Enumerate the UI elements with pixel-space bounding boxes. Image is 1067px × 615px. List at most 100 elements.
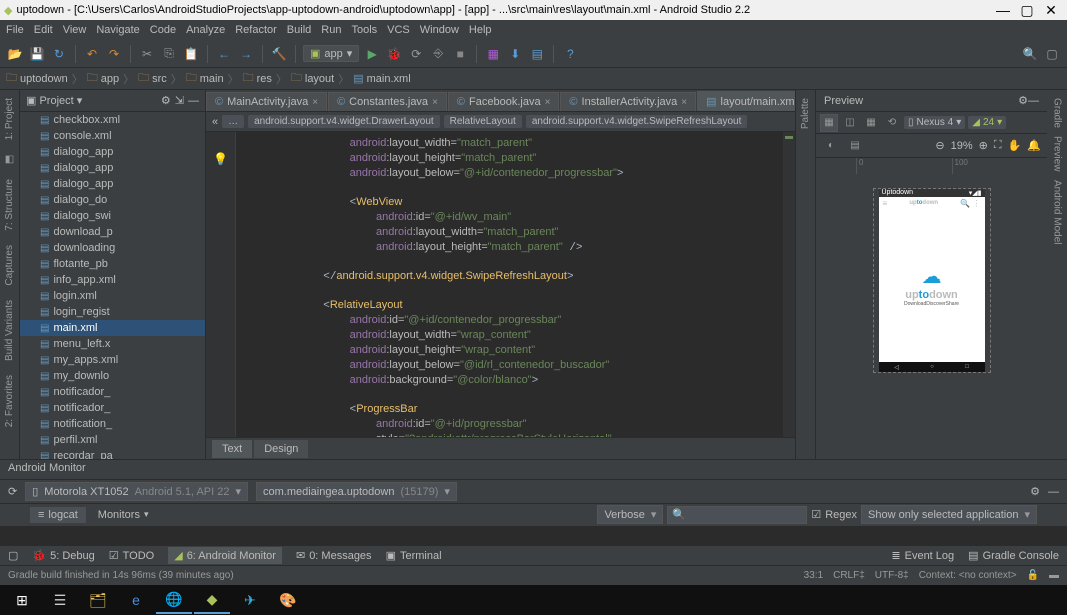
breadcrumb-item[interactable]: 🗀app [87, 69, 119, 88]
android-monitor-tab[interactable]: ◢ 6: Android Monitor [168, 547, 282, 564]
run-config-selector[interactable]: ▣app▾ [303, 45, 359, 62]
redo-icon[interactable]: ↷ [105, 45, 123, 63]
design-subtab[interactable]: Design [254, 440, 308, 458]
regex-checkbox[interactable]: ☑Regex [811, 508, 857, 521]
breadcrumb-item[interactable]: 🗀main [186, 69, 224, 88]
menu-analyze[interactable]: Analyze [186, 24, 225, 36]
theme-icon[interactable]: ◐ [822, 137, 840, 155]
tree-file[interactable]: ▤dialogo_do [20, 192, 205, 208]
forward-icon[interactable]: → [237, 45, 255, 63]
menu-navigate[interactable]: Navigate [96, 24, 139, 36]
pan-icon[interactable]: ✋ [1008, 139, 1022, 152]
breadcrumb-item[interactable]: 🗀src [138, 69, 167, 88]
tree-file[interactable]: ▤login.xml [20, 288, 205, 304]
androidmodel-tool-tab[interactable]: Android Model [1050, 176, 1065, 248]
tree-file[interactable]: ▤main.xml [20, 320, 205, 336]
hide-icon[interactable]: — [188, 95, 199, 107]
orientation-icon[interactable]: ⟲ [883, 114, 901, 132]
avd-icon[interactable]: ▦ [484, 45, 502, 63]
tree-collapse-icon[interactable]: ⇲ [175, 94, 184, 107]
close-tab-icon[interactable]: × [432, 97, 438, 108]
chrome-icon[interactable]: 🌐 [156, 586, 192, 614]
menu-vcs[interactable]: VCS [387, 24, 410, 36]
log-search-input[interactable]: 🔍 [667, 506, 807, 524]
stop-icon[interactable]: ■ [451, 45, 469, 63]
tree-file[interactable]: ▤notificador_ [20, 384, 205, 400]
debug-icon[interactable]: 🐞 [385, 45, 403, 63]
view-grid-icon[interactable]: ▦ [862, 114, 880, 132]
debug-tab[interactable]: 🐞 5: Debug [32, 549, 94, 562]
close-tab-icon[interactable]: × [312, 97, 318, 108]
account-icon[interactable]: ▢ [1043, 45, 1061, 63]
minimize-button[interactable]: — [991, 2, 1015, 18]
close-button[interactable]: ✕ [1039, 2, 1063, 19]
build-icon[interactable]: 🔨 [270, 45, 288, 63]
tree-file[interactable]: ▤downloading [20, 240, 205, 256]
maximize-button[interactable]: ▢ [1015, 2, 1039, 19]
cut-icon[interactable]: ✂ [138, 45, 156, 63]
process-combo[interactable]: com.mediaingea.uptodown(15179)▾ [256, 482, 457, 501]
filter-combo[interactable]: Show only selected application▾ [861, 505, 1037, 524]
structure-tool-icon[interactable]: ◧ [3, 150, 16, 169]
preview-canvas[interactable]: 0100 Uptodown▾◢▮ ≡ uptodown 🔍 ⋮ ☁ uptodo… [816, 158, 1047, 459]
tree-file[interactable]: ▤my_downlo [20, 368, 205, 384]
copy-icon[interactable]: ⎘ [160, 45, 178, 63]
help-icon[interactable]: ? [561, 45, 579, 63]
monitor-restart-icon[interactable]: ⟳ [8, 485, 17, 498]
editor-tab[interactable]: ©InstallerActivity.java× [560, 92, 696, 111]
tree-file[interactable]: ▤menu_left.x [20, 336, 205, 352]
tree-file[interactable]: ▤dialogo_swi [20, 208, 205, 224]
tree-file[interactable]: ▤login_regist [20, 304, 205, 320]
menu-file[interactable]: File [6, 24, 24, 36]
buildvariants-tool-tab[interactable]: Build Variants [2, 296, 17, 365]
monitor-settings-icon[interactable]: ⚙ [1030, 485, 1040, 498]
captures-tool-tab[interactable]: Captures [2, 241, 17, 290]
xml-breadcrumb-item[interactable]: … [222, 115, 244, 128]
monitors-tab[interactable]: Monitors▾ [90, 507, 157, 523]
encoding[interactable]: UTF-8‡ [875, 570, 909, 581]
line-ending[interactable]: CRLF‡ [833, 570, 865, 581]
save-icon[interactable]: 💾 [28, 45, 46, 63]
xml-breadcrumb-item[interactable]: RelativeLayout [444, 115, 522, 128]
tree-file[interactable]: ▤recordar_pa [20, 448, 205, 459]
androidstudio-icon[interactable]: ◆ [194, 586, 230, 614]
gradleconsole-tab[interactable]: ▤ Gradle Console [968, 549, 1059, 562]
project-tool-tab[interactable]: 1: Project [2, 94, 17, 144]
tree-file[interactable]: ▤notification_ [20, 416, 205, 432]
menu-code[interactable]: Code [150, 24, 176, 36]
device-selector[interactable]: ▯ Nexus 4 ▾ [904, 116, 965, 129]
file-tree[interactable]: ▤checkbox.xml▤console.xml▤dialogo_app▤di… [20, 112, 205, 459]
intention-bulb-icon[interactable]: 💡 [213, 152, 228, 166]
view-single-icon[interactable]: ▦ [820, 114, 838, 132]
breadcrumb-item[interactable]: 🗀uptodown [6, 69, 68, 88]
sync-icon[interactable]: ↻ [50, 45, 68, 63]
text-subtab[interactable]: Text [212, 440, 252, 458]
back-icon[interactable]: ← [215, 45, 233, 63]
favorites-tool-tab[interactable]: 2: Favorites [2, 371, 17, 431]
terminal-tab[interactable]: ▣ Terminal [386, 549, 442, 562]
api-selector[interactable]: ◢ 24 ▾ [968, 116, 1006, 129]
zoom-in-icon[interactable]: ⊕ [979, 139, 988, 152]
palette-tab[interactable]: Palette [798, 94, 813, 133]
device-combo[interactable]: ▯Motorola XT1052Android 5.1, API 22▾ [25, 482, 248, 501]
tree-file[interactable]: ▤checkbox.xml [20, 112, 205, 128]
menu-tools[interactable]: Tools [351, 24, 377, 36]
paste-icon[interactable]: 📋 [182, 45, 200, 63]
messages-tab[interactable]: ✉ 0: Messages [296, 549, 372, 562]
code-area[interactable]: 💡 android:layout_width="match_parent" an… [206, 132, 795, 437]
error-stripe[interactable] [783, 132, 795, 437]
tree-settings-icon[interactable]: ⚙ [161, 94, 171, 107]
editor-tab[interactable]: ©Facebook.java× [448, 92, 560, 111]
preview-tool-tab[interactable]: Preview [1050, 132, 1065, 176]
eventlog-tab[interactable]: ≣ Event Log [891, 549, 954, 562]
menu-view[interactable]: View [63, 24, 87, 36]
structure-tool-tab[interactable]: 7: Structure [2, 175, 17, 235]
tree-file[interactable]: ▤info_app.xml [20, 272, 205, 288]
edge-icon[interactable]: e [118, 586, 154, 614]
project-selector[interactable]: ▣ Project ▾ [26, 94, 82, 107]
gradle-tool-tab[interactable]: Gradle [1050, 94, 1065, 132]
tree-file[interactable]: ▤notificador_ [20, 400, 205, 416]
editor-tab[interactable]: ©Constantes.java× [328, 92, 447, 111]
paint-icon[interactable]: 🎨 [270, 586, 306, 614]
log-output[interactable] [0, 525, 1067, 545]
